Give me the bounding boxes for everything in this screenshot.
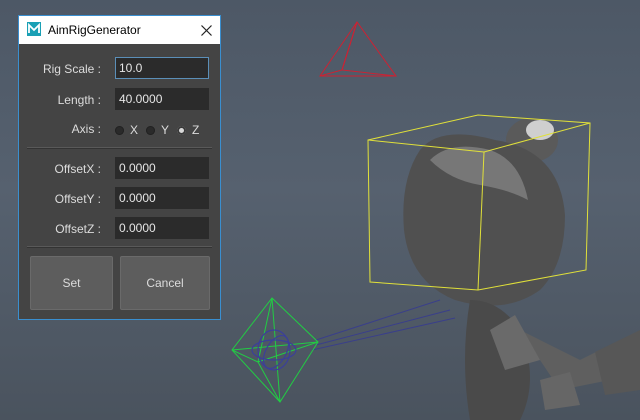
set-button[interactable]: Set: [30, 256, 113, 310]
axis-label: Axis :: [71, 122, 101, 136]
axis-radio-x[interactable]: X: [115, 123, 138, 137]
axis-radio-group: X Y Z: [115, 122, 207, 138]
radio-button-x[interactable]: [115, 125, 124, 135]
cancel-button[interactable]: Cancel: [120, 256, 210, 310]
axis-option-z-label: Z: [192, 123, 200, 137]
aim-rig-generator-dialog: AimRigGenerator Rig Scale : Length : Axi…: [18, 15, 221, 320]
close-button[interactable]: [192, 16, 220, 44]
close-icon: [200, 24, 212, 36]
axis-radio-z[interactable]: Z: [177, 123, 199, 137]
radio-button-y[interactable]: [146, 125, 156, 135]
offset-x-label: OffsetX :: [54, 162, 101, 176]
aim-control-rings: [251, 329, 297, 371]
aim-control-octahedron[interactable]: [231, 297, 319, 403]
character-mesh[interactable]: [403, 118, 640, 420]
offset-z-input[interactable]: [115, 217, 209, 239]
offset-y-input[interactable]: [115, 187, 209, 209]
offset-y-label: OffsetY :: [54, 192, 101, 206]
dialog-title: AimRigGenerator: [48, 23, 141, 37]
radio-button-z[interactable]: [177, 125, 187, 135]
length-input[interactable]: [115, 88, 209, 110]
offset-x-input[interactable]: [115, 157, 209, 179]
aim-lines: [311, 299, 456, 351]
rig-scale-input[interactable]: [115, 57, 209, 79]
axis-radio-y[interactable]: Y: [146, 123, 169, 137]
red-pyramid-locator[interactable]: [319, 21, 397, 77]
length-label: Length :: [57, 93, 101, 107]
axis-option-y-label: Y: [161, 123, 170, 137]
title-bar[interactable]: AimRigGenerator: [19, 16, 220, 44]
separator: [27, 246, 212, 248]
separator: [27, 147, 212, 149]
axis-option-x-label: X: [130, 123, 139, 137]
offset-z-label: OffsetZ :: [55, 222, 101, 236]
maya-app-icon: [27, 22, 41, 36]
rig-scale-label: Rig Scale :: [42, 62, 101, 76]
